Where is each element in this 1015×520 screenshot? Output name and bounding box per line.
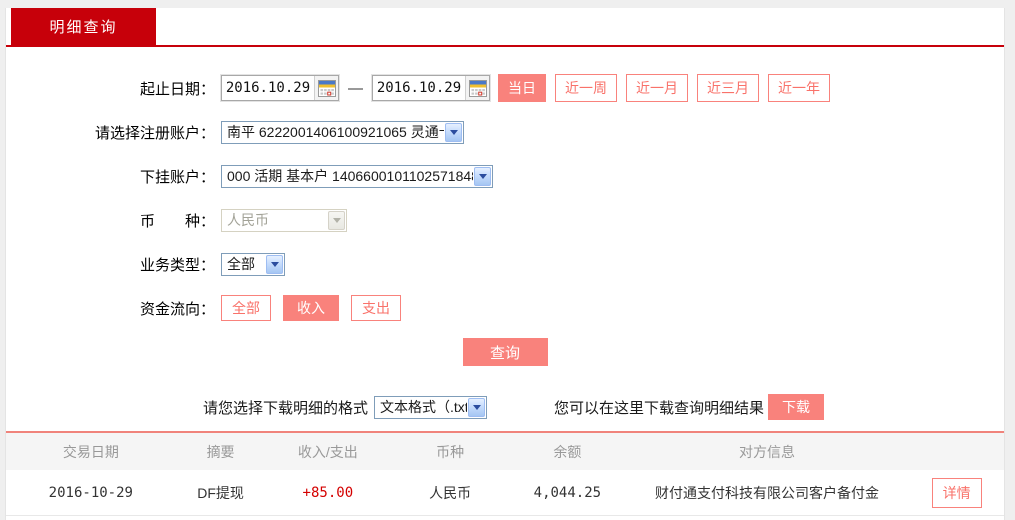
quick-range-year-button[interactable]: 近一年 [768, 74, 830, 102]
quick-range-week-button[interactable]: 近一周 [555, 74, 617, 102]
end-date-input[interactable]: 2016.10.29 [372, 75, 490, 101]
header-balance: 余额 [553, 443, 582, 460]
date-separator: — [348, 79, 363, 97]
cell-balance: 4,044.25 [533, 484, 602, 501]
currency-value: 人民币 [227, 212, 269, 228]
fund-flow-income-button[interactable]: 收入 [283, 295, 339, 321]
chevron-down-icon [468, 397, 486, 417]
chevron-down-icon [328, 210, 345, 230]
fund-flow-label: 资金流向： [139, 300, 215, 318]
results-table: 交易日期 摘要 收入/支出 币种 余额 对方信息 2016-10-29 DF提现… [6, 431, 1004, 516]
header-transaction-date: 交易日期 [62, 443, 119, 460]
tab-bar: 明细查询 [6, 8, 1004, 47]
quick-range-quarter-button[interactable]: 近三月 [697, 74, 759, 102]
end-date-calendar-icon[interactable] [465, 76, 489, 100]
currency-label: 币 种： [139, 212, 215, 230]
download-format-select[interactable]: 文本格式（.txt） [374, 395, 488, 419]
fund-flow-expense-button[interactable]: 支出 [351, 295, 401, 321]
query-form: 起止日期： 2016.10.29 — 2016.10.29 当日 近一周 近一月… [6, 47, 1004, 366]
cell-actions: 详情 [909, 477, 1004, 508]
detail-button[interactable]: 详情 [931, 477, 982, 508]
tab-detail-query[interactable]: 明细查询 [11, 8, 156, 47]
chevron-down-icon [474, 166, 491, 186]
query-button-row: 查询 [6, 338, 1004, 366]
header-summary: 摘要 [206, 443, 235, 460]
cell-currency: 人民币 [429, 484, 472, 501]
sub-account-value: 000 活期 基本户 1406600101102571848 [227, 168, 473, 184]
business-type-value: 全部 [227, 256, 255, 272]
register-account-select[interactable]: 南平 6222001406100921065 灵通卡 [221, 120, 464, 144]
sub-account-select[interactable]: 000 活期 基本户 1406600101102571848 [221, 164, 493, 188]
quick-range-today-button[interactable]: 当日 [498, 74, 546, 102]
cell-transaction-date: 2016-10-29 [48, 484, 133, 501]
sub-account-label: 下挂账户： [139, 168, 215, 186]
download-format-label: 请您选择下载明细的格式 [203, 399, 369, 417]
fund-flow-all-button[interactable]: 全部 [221, 295, 271, 321]
header-currency: 币种 [436, 443, 465, 460]
download-hint-text: 您可以在这里下载查询明细结果 [554, 399, 765, 417]
date-range-label: 起止日期： [139, 80, 215, 98]
sub-account-row: 下挂账户： 000 活期 基本户 1406600101102571848 [6, 162, 1004, 190]
cell-counterparty: 财付通支付科技有限公司客户备付金 [654, 484, 879, 501]
currency-select: 人民币 [221, 208, 347, 232]
business-type-row: 业务类型： 全部 [6, 250, 1004, 278]
start-date-input[interactable]: 2016.10.29 [221, 75, 339, 101]
end-date-value: 2016.10.29 [376, 80, 462, 96]
register-account-value: 南平 6222001406100921065 灵通卡 [227, 124, 444, 140]
business-type-select[interactable]: 全部 [221, 252, 285, 276]
business-type-label: 业务类型： [139, 256, 215, 274]
register-account-row: 请选择注册账户： 南平 6222001406100921065 灵通卡 [6, 118, 1004, 146]
download-format-value: 文本格式（.txt） [380, 399, 468, 415]
main-panel: 明细查询 起止日期： 2016.10.29 — 2016.10.29 当日 近一… [5, 8, 1005, 520]
query-button[interactable]: 查询 [462, 338, 548, 366]
chevron-down-icon [445, 122, 462, 142]
currency-row: 币 种： 人民币 [6, 206, 1004, 234]
date-range-row: 起止日期： 2016.10.29 — 2016.10.29 当日 近一周 近一月… [6, 74, 1004, 102]
chevron-down-icon [266, 254, 283, 274]
download-button[interactable]: 下载 [768, 394, 825, 420]
header-income-expense: 收入/支出 [297, 443, 358, 460]
header-counterparty: 对方信息 [738, 443, 795, 460]
quick-range-month-button[interactable]: 近一月 [626, 74, 688, 102]
start-date-calendar-icon[interactable] [314, 76, 338, 100]
table-header-row: 交易日期 摘要 收入/支出 币种 余额 对方信息 [6, 433, 1004, 470]
download-row: 请您选择下载明细的格式 文本格式（.txt） 您可以在这里下载查询明细结果 下载 [6, 394, 1004, 420]
cell-summary: DF提现 [197, 484, 244, 501]
cell-amount: +85.00 [302, 484, 354, 501]
start-date-value: 2016.10.29 [225, 80, 311, 96]
fund-flow-row: 资金流向： 全部 收入 支出 [6, 294, 1004, 322]
table-row: 2016-10-29 DF提现 +85.00 人民币 4,044.25 财付通支… [6, 470, 1004, 516]
register-account-label: 请选择注册账户： [94, 124, 215, 142]
